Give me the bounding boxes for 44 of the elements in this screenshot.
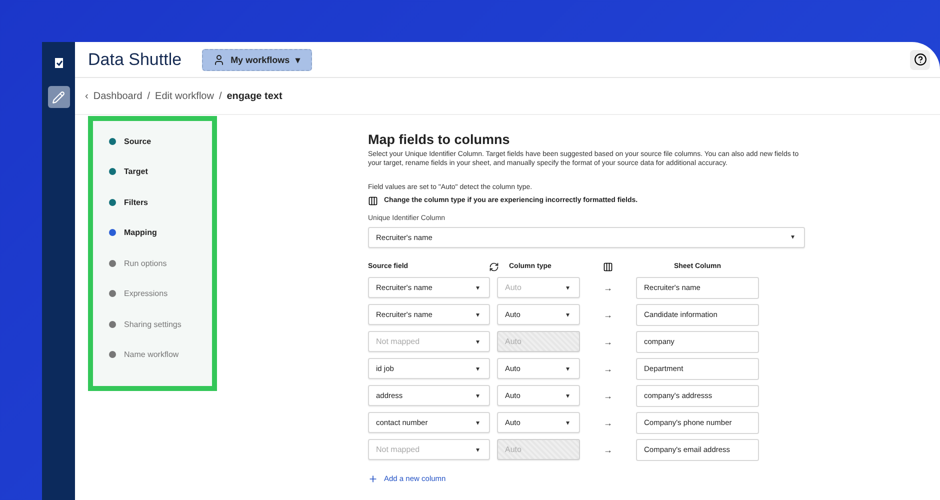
step-dot xyxy=(109,351,116,358)
step-item[interactable]: Name workflow xyxy=(109,348,212,362)
pencil-icon[interactable] xyxy=(48,86,70,108)
step-item[interactable]: Run options xyxy=(109,256,212,270)
help-button[interactable] xyxy=(910,50,930,70)
page-title: Map fields to columns xyxy=(368,132,511,147)
step-item[interactable]: Expressions xyxy=(109,286,212,301)
plus-icon xyxy=(368,474,378,484)
arrow-text: → xyxy=(604,390,612,401)
columns-icon xyxy=(368,196,378,206)
placeholder-text: Not mapped xyxy=(376,337,420,346)
step-dot xyxy=(109,138,116,145)
back-link[interactable]: ‹ xyxy=(85,90,88,102)
placeholder-text: Auto xyxy=(505,337,522,346)
app-title: Data Shuttle xyxy=(88,50,182,70)
step-item[interactable]: Sharing settings xyxy=(109,317,212,332)
refresh-icon xyxy=(489,262,499,272)
step-item[interactable]: Filters xyxy=(109,195,212,210)
arrow-text: → xyxy=(604,282,612,293)
step-item[interactable]: Mapping xyxy=(109,226,212,240)
step-item[interactable]: Source xyxy=(109,134,212,148)
step-dot xyxy=(109,198,116,206)
step-dot xyxy=(109,229,116,236)
breadcrumb-link[interactable]: Dashboard xyxy=(93,90,142,102)
breadcrumb-current: engage text xyxy=(226,90,282,102)
arrow-text: → xyxy=(604,336,612,347)
breadcrumb-separator: / xyxy=(218,90,222,102)
arrow-text: → xyxy=(604,444,612,455)
workflows-button[interactable]: My workflows ▾ xyxy=(202,48,312,70)
step-dot xyxy=(109,168,116,176)
step-dot xyxy=(109,260,116,267)
breadcrumb-separator: / xyxy=(147,90,150,102)
placeholder-text: Auto xyxy=(505,283,522,292)
step-item[interactable]: Target xyxy=(109,164,212,179)
arrow-text: → xyxy=(604,310,612,320)
step-dot xyxy=(109,290,116,298)
placeholder-text: Not mapped xyxy=(376,445,420,454)
arrow-text: → xyxy=(604,418,612,428)
breadcrumb-link[interactable]: Edit workflow xyxy=(155,90,214,102)
columns-icon xyxy=(603,262,613,272)
user-icon xyxy=(212,54,225,66)
placeholder-text: Auto xyxy=(505,445,522,454)
arrow-text: → xyxy=(604,364,612,374)
step-dot xyxy=(109,320,116,328)
